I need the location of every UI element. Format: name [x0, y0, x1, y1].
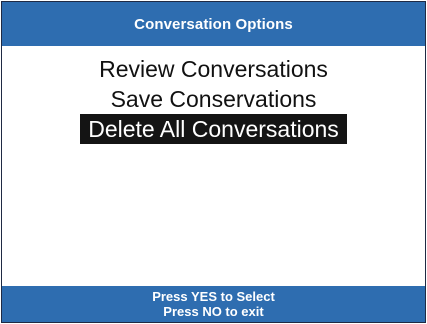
options-menu: Review Conversations Save Conservations …: [2, 54, 425, 144]
footer-select-hint: Press YES to Select: [152, 289, 275, 304]
menu-item-delete-all-conversations[interactable]: Delete All Conversations: [80, 114, 347, 144]
footer-instructions: Press YES to Select Press NO to exit: [2, 286, 425, 322]
footer-exit-hint: Press NO to exit: [163, 304, 264, 319]
menu-item-review-conversations[interactable]: Review Conversations: [94, 54, 333, 84]
menu-item-save-conversations[interactable]: Save Conservations: [106, 84, 322, 114]
dialog-window: Conversation Options Review Conversation…: [1, 1, 426, 323]
title-bar: Conversation Options: [2, 2, 425, 46]
dialog-title: Conversation Options: [134, 15, 293, 33]
